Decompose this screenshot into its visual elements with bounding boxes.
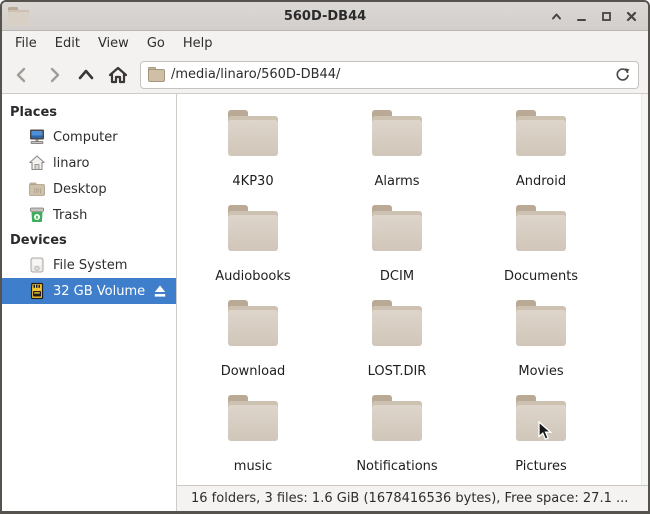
sidebar-item-linaro[interactable]: linaro xyxy=(2,150,176,176)
folder-download[interactable]: Download xyxy=(181,294,325,389)
sidebar-item-computer[interactable]: Computer xyxy=(2,124,176,150)
folder-icon xyxy=(515,395,567,445)
folder-icon xyxy=(515,205,567,255)
close-icon xyxy=(626,11,636,21)
sidebar-item-label: File System xyxy=(53,257,128,273)
folder-icon xyxy=(371,300,423,350)
maximize-icon xyxy=(601,11,611,21)
folder-4kp30[interactable]: 4KP30 xyxy=(181,104,325,199)
svg-text:[D]: [D] xyxy=(33,189,42,195)
refresh-icon xyxy=(616,68,630,81)
status-text: 16 folders, 3 files: 1.6 GiB (1678416536… xyxy=(191,491,629,506)
sidebar-item-trash[interactable]: Trash xyxy=(2,202,176,228)
menu-item-go[interactable]: Go xyxy=(138,32,174,55)
folder-label: 4KP30 xyxy=(232,174,274,189)
folder-icon xyxy=(515,300,567,350)
sidebar-item-label: 32 GB Volume xyxy=(53,283,146,299)
sidebar-item-label: Computer xyxy=(53,129,118,145)
menubar: File Edit View Go Help xyxy=(2,31,648,56)
harddrive-icon xyxy=(28,256,46,274)
folder-label: Download xyxy=(220,364,286,379)
file-grid: 4KP30 Alarms Android Audiobooks DCIM Document… xyxy=(177,94,648,485)
folder-label: Pictures xyxy=(515,459,567,474)
folder-documents[interactable]: Documents xyxy=(469,199,613,294)
folder-audiobooks[interactable]: Audiobooks xyxy=(181,199,325,294)
menu-item-view[interactable]: View xyxy=(89,32,138,55)
folder-icon xyxy=(371,205,423,255)
shade-button[interactable] xyxy=(547,7,565,25)
menu-item-edit[interactable]: Edit xyxy=(46,32,89,55)
minimize-button[interactable] xyxy=(572,7,590,25)
sidebar-header-devices: Devices xyxy=(10,233,67,248)
sidebar-item-desktop[interactable]: [D] Desktop xyxy=(2,176,176,202)
menu-item-file[interactable]: File xyxy=(6,32,46,55)
sidebar-item-label: linaro xyxy=(53,155,90,171)
folder-icon xyxy=(227,395,279,445)
folder-label: Documents xyxy=(503,269,579,284)
folder-label: Notifications xyxy=(356,459,438,474)
folder-label: Audiobooks xyxy=(215,269,291,284)
folder-icon xyxy=(371,395,423,445)
sidebar-header-places: Places xyxy=(10,105,58,120)
refresh-button[interactable] xyxy=(611,65,633,85)
folder-music[interactable]: music xyxy=(181,389,325,484)
home-icon xyxy=(28,154,46,172)
sidebar: Places Computer linaro [D] Desktop Trash Devic… xyxy=(2,94,177,511)
toolbar xyxy=(2,56,648,94)
minimize-icon xyxy=(576,18,586,21)
folder-label: Alarms xyxy=(374,174,420,189)
window-controls xyxy=(547,2,640,30)
back-button[interactable] xyxy=(8,61,36,89)
forward-button[interactable] xyxy=(40,61,68,89)
eject-button[interactable] xyxy=(152,283,168,299)
folder-icon xyxy=(227,110,279,160)
folder-label: LOST.DIR xyxy=(367,364,427,379)
chevron-right-icon xyxy=(50,67,60,82)
folder-icon xyxy=(515,110,567,160)
folder-movies[interactable]: Movies xyxy=(469,294,613,389)
path-bar xyxy=(140,60,639,89)
main-panel: 4KP30 Alarms Android Audiobooks DCIM Document… xyxy=(177,94,648,511)
folder-label: Android xyxy=(515,174,567,189)
computer-icon xyxy=(28,128,46,146)
folder-label: DCIM xyxy=(379,269,415,284)
folder-dcim[interactable]: DCIM xyxy=(325,199,469,294)
window-body: Places Computer linaro [D] Desktop Trash Devic… xyxy=(2,94,648,511)
chevron-left-icon xyxy=(16,67,26,82)
folder-label: music xyxy=(233,459,273,474)
chevron-up-icon xyxy=(551,13,561,19)
folder-notifications[interactable]: Notifications xyxy=(325,389,469,484)
maximize-button[interactable] xyxy=(597,7,615,25)
home-icon xyxy=(108,66,128,83)
folder-pictures[interactable]: Pictures xyxy=(469,389,613,484)
close-button[interactable] xyxy=(622,7,640,25)
folder-lost-dir[interactable]: LOST.DIR xyxy=(325,294,469,389)
scrollbar[interactable] xyxy=(641,94,648,485)
home-button[interactable] xyxy=(104,61,132,89)
folder-android[interactable]: Android xyxy=(469,104,613,199)
folder-icon xyxy=(371,110,423,160)
folder-alarms[interactable]: Alarms xyxy=(325,104,469,199)
sdcard-icon xyxy=(28,282,46,300)
chevron-up-icon xyxy=(78,69,94,79)
desktop-folder-icon: [D] xyxy=(28,180,46,198)
folder-icon xyxy=(8,7,30,30)
sidebar-item-32-gb-volume[interactable]: 32 GB Volume xyxy=(2,278,176,304)
folder-icon xyxy=(227,300,279,350)
menu-item-help[interactable]: Help xyxy=(174,32,222,55)
path-input[interactable] xyxy=(140,60,639,89)
folder-icon xyxy=(227,205,279,255)
up-button[interactable] xyxy=(72,61,100,89)
sidebar-item-label: Desktop xyxy=(53,181,107,197)
titlebar[interactable]: 560D-DB44 xyxy=(2,2,648,31)
folder-label: Movies xyxy=(518,364,564,379)
sidebar-item-file-system[interactable]: File System xyxy=(2,252,176,278)
file-manager-window: 560D-DB44 File Edit View Go Help /media/… xyxy=(0,0,650,514)
sidebar-item-label: Trash xyxy=(53,207,88,223)
statusbar: 16 folders, 3 files: 1.6 GiB (1678416536… xyxy=(177,485,648,511)
trash-icon xyxy=(28,206,46,224)
